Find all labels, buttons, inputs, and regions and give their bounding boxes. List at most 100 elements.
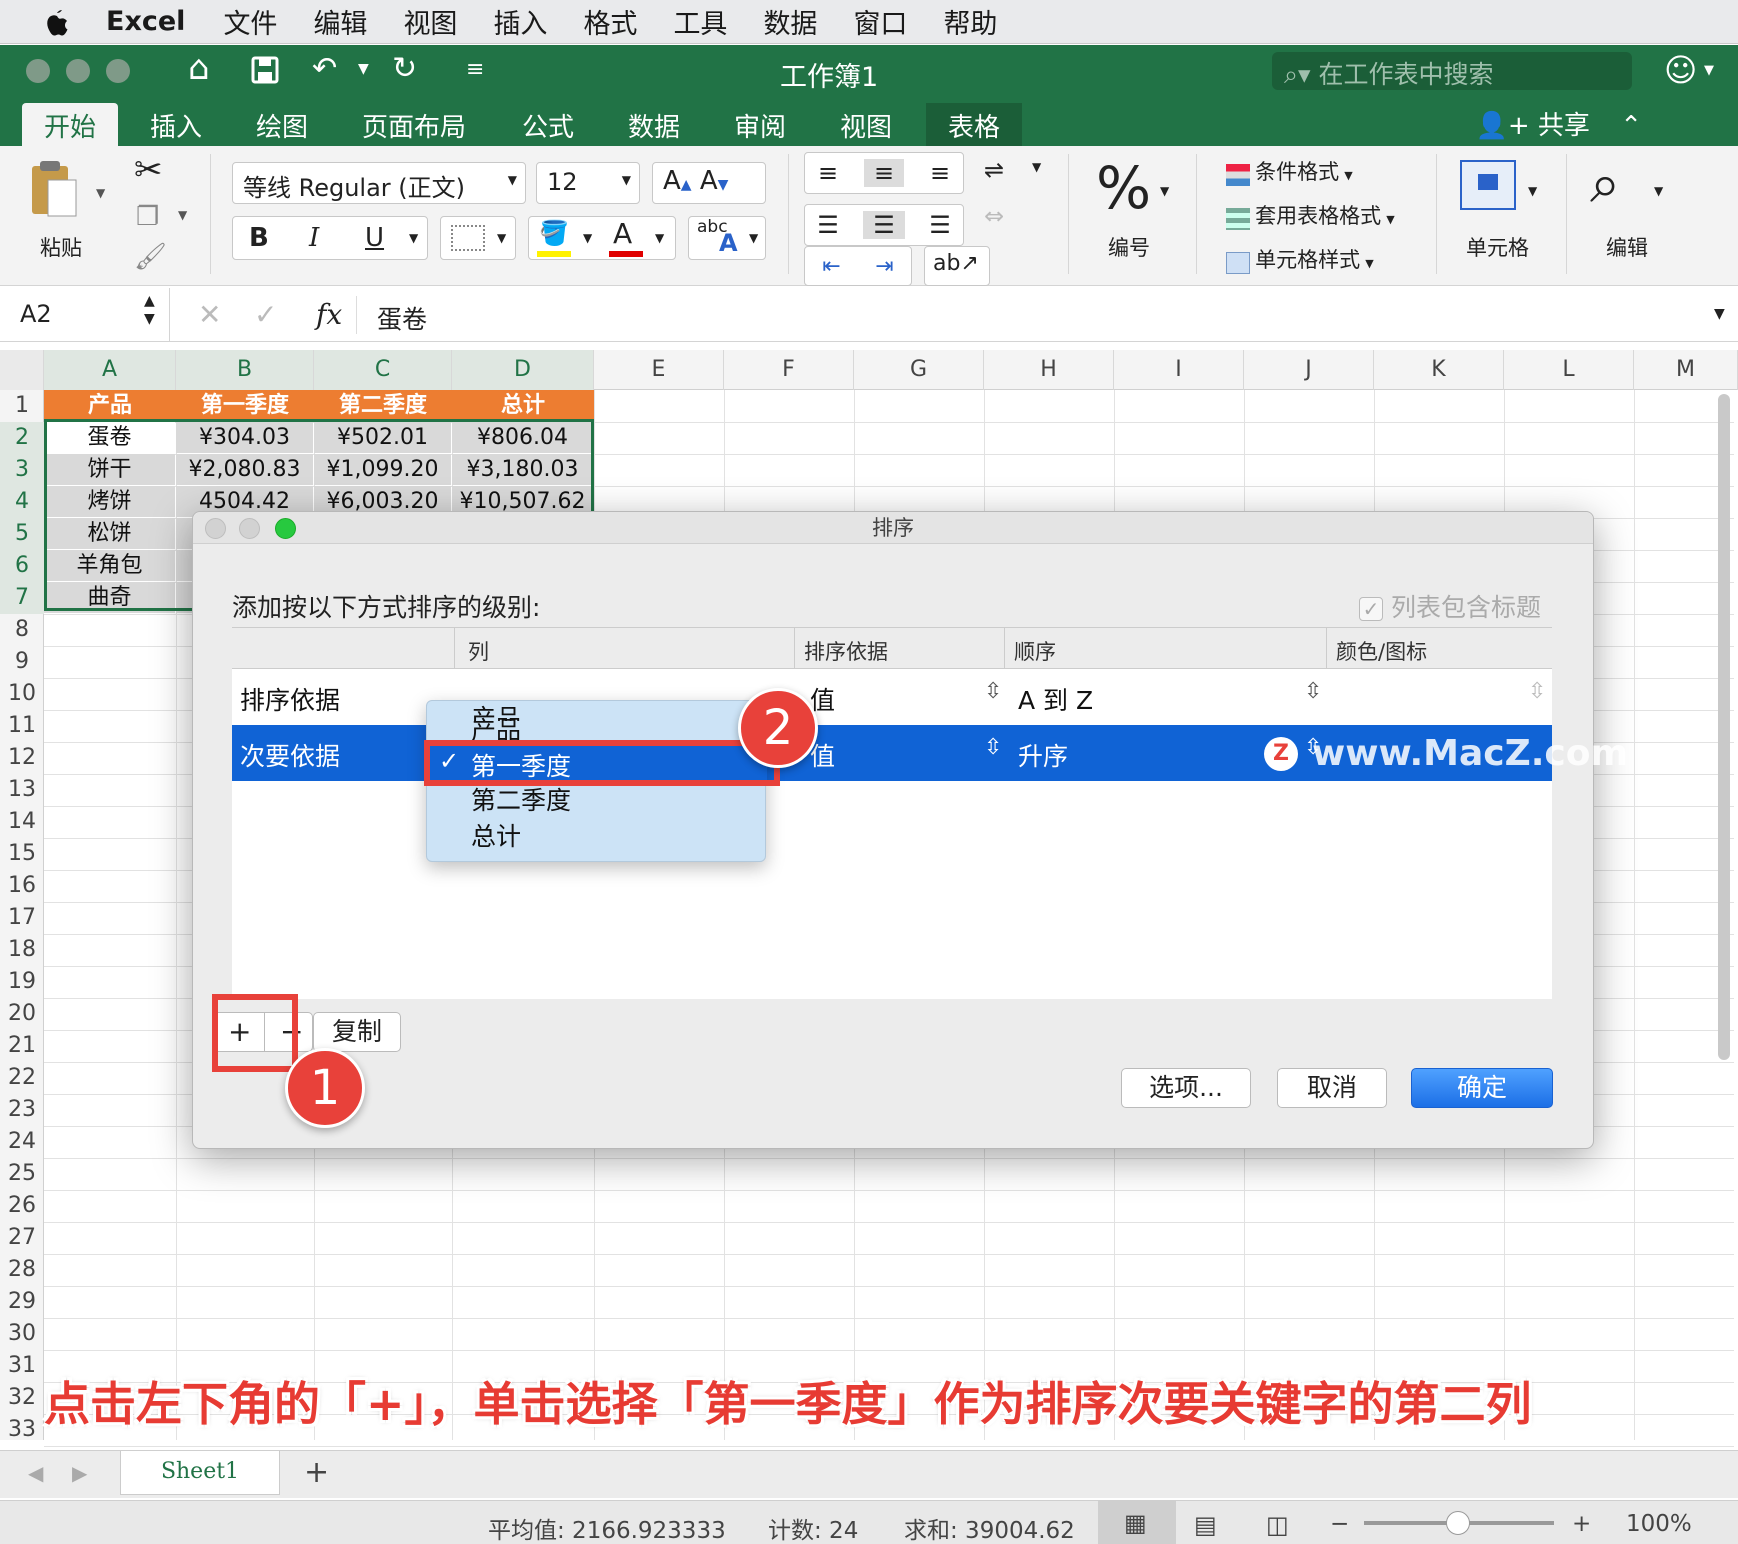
row-header[interactable]: 28: [0, 1254, 44, 1286]
menu-insert[interactable]: 插入: [493, 2, 547, 41]
row-header[interactable]: 23: [0, 1094, 44, 1126]
row-header[interactable]: 31: [0, 1350, 44, 1382]
percent-icon[interactable]: %: [1096, 154, 1151, 222]
tab-insert[interactable]: 插入: [128, 103, 224, 146]
normal-view-button[interactable]: ▦: [1098, 1501, 1176, 1544]
row-header[interactable]: 24: [0, 1126, 44, 1158]
page-break-view-icon[interactable]: ◫: [1266, 1511, 1289, 1539]
tab-data[interactable]: 数据: [606, 103, 702, 146]
row-header[interactable]: 19: [0, 966, 44, 998]
apple-icon[interactable]: [42, 7, 84, 37]
underline-dropdown-icon[interactable]: ▼: [409, 231, 418, 245]
row-header[interactable]: 15: [0, 838, 44, 870]
conditional-format-button[interactable]: 条件格式 ▼: [1226, 156, 1353, 186]
zoom-out-button[interactable]: −: [1330, 1511, 1349, 1537]
feedback-dropdown-icon[interactable]: ▼: [1704, 63, 1714, 78]
row-header[interactable]: 1: [0, 390, 44, 422]
minimize-window-button[interactable]: [66, 59, 90, 83]
expand-formula-icon[interactable]: ▼: [1714, 306, 1725, 322]
table-header-cell[interactable]: 总计: [452, 390, 594, 422]
menu-view[interactable]: 视图: [403, 2, 457, 41]
home-icon[interactable]: ⌂: [188, 48, 210, 88]
format-painter-icon[interactable]: 🖌: [134, 242, 167, 272]
menu-window[interactable]: 窗口: [853, 2, 907, 41]
row-header[interactable]: 22: [0, 1062, 44, 1094]
undo-dropdown-icon[interactable]: ▼: [358, 61, 369, 77]
zoom-window-button[interactable]: [106, 59, 130, 83]
row-header[interactable]: 7: [0, 582, 44, 614]
align-right-icon[interactable]: ☰: [929, 211, 951, 239]
row-header[interactable]: 11: [0, 710, 44, 742]
table-cell[interactable]: ¥2,080.83: [176, 454, 313, 485]
table-header-cell[interactable]: 第二季度: [314, 390, 452, 422]
underline-button[interactable]: U: [365, 223, 384, 253]
options-button[interactable]: 选项...: [1121, 1068, 1251, 1108]
copy-dropdown-icon[interactable]: ▼: [178, 208, 187, 222]
table-header-cell[interactable]: 第一季度: [176, 390, 314, 422]
undo-icon[interactable]: ↶: [312, 51, 337, 86]
tab-view[interactable]: 视图: [818, 103, 914, 146]
popup-item-total[interactable]: 总计: [471, 817, 521, 853]
table-cell[interactable]: 曲奇: [44, 582, 175, 613]
zoom-in-button[interactable]: +: [1572, 1511, 1591, 1537]
row-header[interactable]: 14: [0, 806, 44, 838]
table-cell[interactable]: 蛋卷: [44, 422, 175, 453]
row-header[interactable]: 17: [0, 902, 44, 934]
dialog-zoom-button[interactable]: [275, 518, 296, 539]
align-middle-icon[interactable]: ≡: [863, 159, 905, 187]
confirm-entry-icon[interactable]: ✓: [254, 298, 277, 331]
row-header[interactable]: 21: [0, 1030, 44, 1062]
table-cell[interactable]: ¥3,180.03: [452, 454, 593, 485]
row-header[interactable]: 30: [0, 1318, 44, 1350]
font-color-dropdown-icon[interactable]: ▼: [655, 231, 664, 245]
redo-icon[interactable]: ↻: [392, 51, 417, 86]
table-cell[interactable]: 烤饼: [44, 486, 175, 517]
row-header[interactable]: 6: [0, 550, 44, 582]
col-header-k[interactable]: K: [1374, 350, 1504, 390]
borders-button[interactable]: ▼: [440, 216, 516, 260]
col-header-e[interactable]: E: [594, 350, 724, 390]
font-name-select[interactable]: 等线 Regular (正文) ▼: [232, 162, 526, 204]
search-input[interactable]: ⌕▾ 在工作表中搜索: [1272, 52, 1632, 90]
wrap-text-icon[interactable]: ⇌: [984, 156, 1004, 184]
row-header[interactable]: 33: [0, 1414, 44, 1446]
page-layout-view-icon[interactable]: ▤: [1194, 1511, 1217, 1539]
next-sheet-icon[interactable]: ▶: [72, 1461, 87, 1485]
row-header[interactable]: 16: [0, 870, 44, 902]
bold-button[interactable]: B: [249, 223, 269, 253]
shrink-font-button[interactable]: A: [700, 166, 718, 196]
row-header[interactable]: 4: [0, 486, 44, 518]
menu-data[interactable]: 数据: [763, 2, 817, 41]
align-top-icon[interactable]: ≡: [818, 159, 838, 187]
vertical-scrollbar[interactable]: [1718, 394, 1730, 1060]
row-header[interactable]: 8: [0, 614, 44, 646]
tab-home[interactable]: 开始: [22, 103, 119, 146]
cancel-button[interactable]: 取消: [1277, 1068, 1387, 1108]
function-icon[interactable]: fx: [316, 298, 342, 331]
font-size-select[interactable]: 12 ▼: [536, 162, 640, 204]
format-as-table-button[interactable]: 套用表格格式 ▼: [1226, 200, 1395, 230]
ok-button[interactable]: 确定: [1411, 1068, 1553, 1108]
table-cell[interactable]: 松饼: [44, 518, 175, 549]
order-select[interactable]: 升序: [1018, 737, 1068, 773]
table-cell[interactable]: ¥806.04: [452, 422, 593, 453]
row-header[interactable]: 25: [0, 1158, 44, 1190]
copy-level-button[interactable]: 复制: [313, 1012, 401, 1052]
row-header[interactable]: 27: [0, 1222, 44, 1254]
row-header[interactable]: 32: [0, 1382, 44, 1414]
row-header[interactable]: 26: [0, 1190, 44, 1222]
row-header[interactable]: 29: [0, 1286, 44, 1318]
zoom-slider-thumb[interactable]: [1446, 1511, 1470, 1535]
row-header[interactable]: 18: [0, 934, 44, 966]
order-select[interactable]: A 到 Z: [1018, 681, 1093, 717]
customize-toolbar-icon[interactable]: ≡: [466, 57, 484, 82]
prev-sheet-icon[interactable]: ◀: [28, 1461, 43, 1485]
merge-icon[interactable]: ⇔: [984, 202, 1004, 230]
font-grow-shrink[interactable]: A▲ A▼: [652, 162, 766, 204]
col-header-i[interactable]: I: [1114, 350, 1244, 390]
row-header[interactable]: 20: [0, 998, 44, 1030]
tab-draw[interactable]: 绘图: [234, 103, 330, 146]
tab-page-layout[interactable]: 页面布局: [340, 103, 488, 146]
col-header-j[interactable]: J: [1244, 350, 1374, 390]
italic-button[interactable]: I: [309, 223, 319, 253]
